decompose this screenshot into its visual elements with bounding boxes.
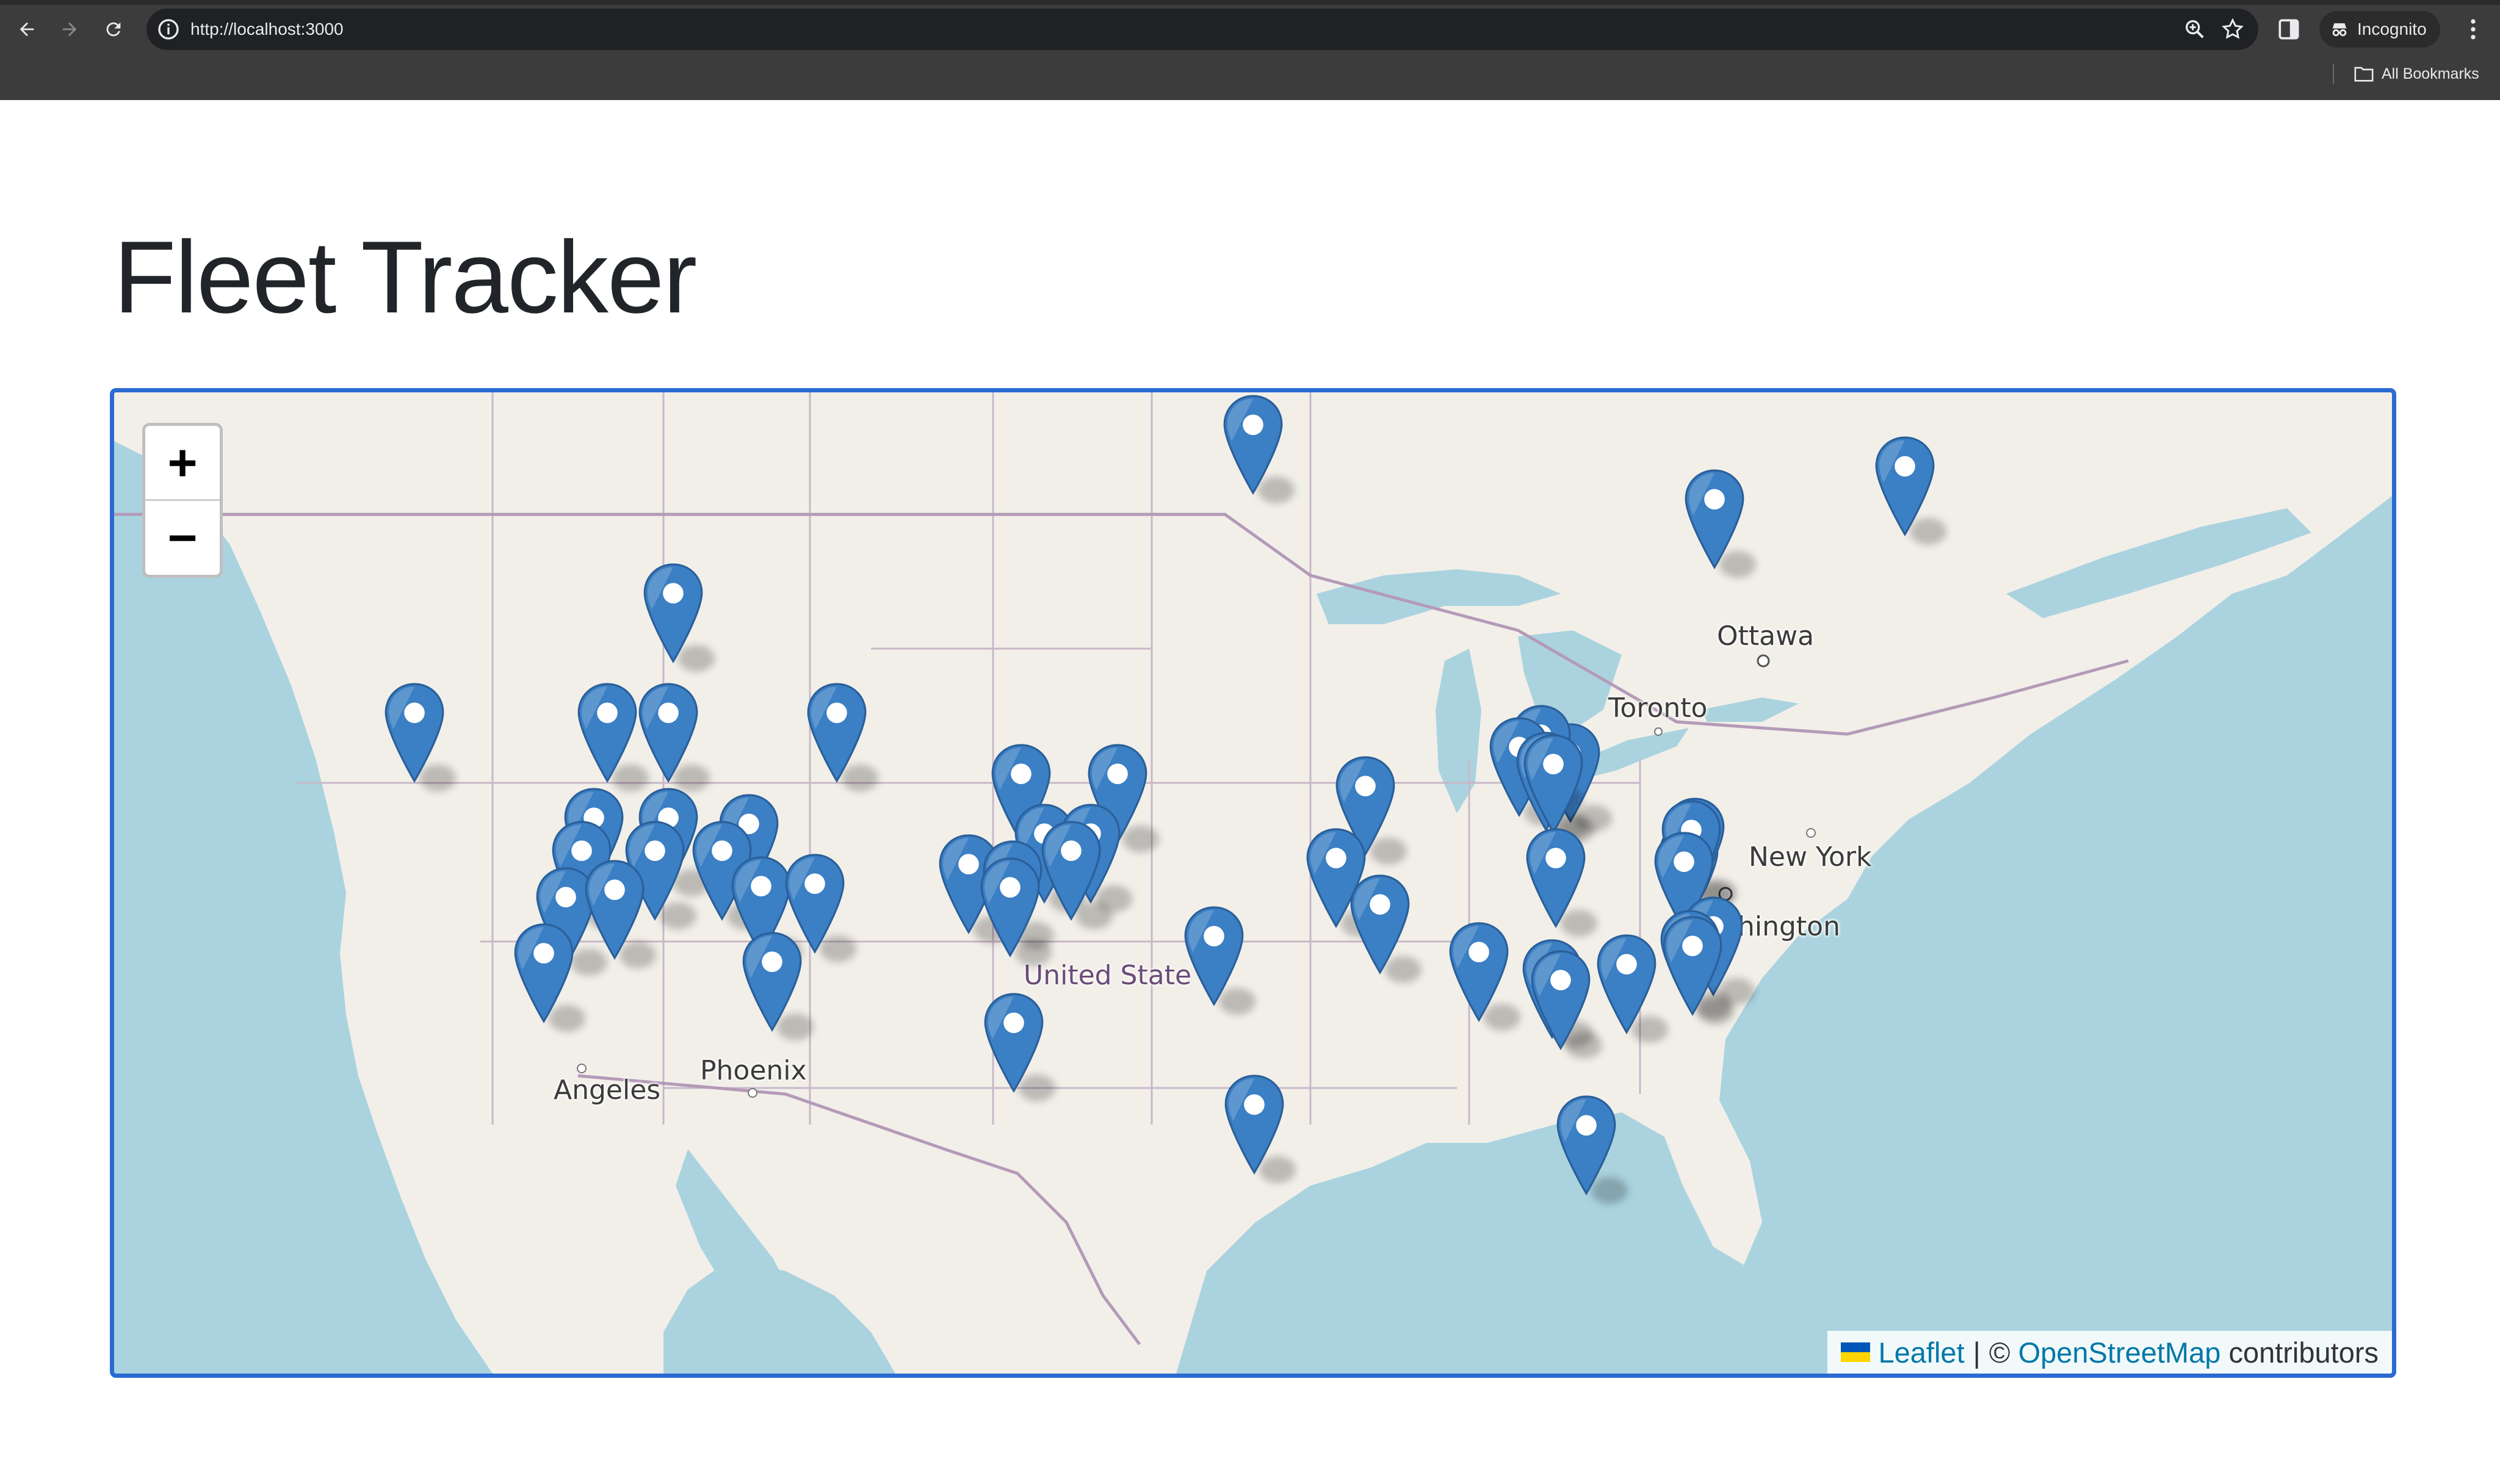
vehicle-marker-icon[interactable]	[1874, 436, 1935, 536]
forward-button[interactable]	[51, 11, 88, 48]
bookmarks-label: All Bookmarks	[2382, 65, 2479, 82]
vehicle-marker-icon[interactable]	[980, 857, 1041, 957]
menu-kebab-icon[interactable]	[2460, 16, 2487, 43]
vehicle-marker-icon[interactable]	[742, 932, 803, 1032]
all-bookmarks-button[interactable]: All Bookmarks	[2354, 61, 2479, 87]
reload-button[interactable]	[95, 11, 132, 48]
browser-chrome: http://localhost:3000 Incognito All Book…	[0, 0, 2500, 100]
country-label-united-states: United State	[1024, 960, 1192, 991]
city-label-toronto: Toronto	[1608, 693, 1708, 724]
vehicle-marker-icon[interactable]	[1525, 828, 1586, 928]
map-tiles[interactable]	[114, 392, 2392, 1374]
land-north-america	[114, 392, 2392, 1374]
vehicle-marker-icon[interactable]	[1523, 734, 1584, 834]
vehicle-marker-icon[interactable]	[1530, 950, 1591, 1050]
vehicle-marker-icon[interactable]	[577, 683, 638, 783]
vehicle-marker-icon[interactable]	[1596, 934, 1657, 1034]
openstreetmap-link[interactable]: OpenStreetMap	[2018, 1336, 2221, 1369]
attribution-suffix: contributors	[2228, 1336, 2379, 1369]
vehicle-marker-icon[interactable]	[1041, 821, 1102, 921]
city-label-los-angeles: Angeles	[554, 1075, 661, 1106]
city-label-new-york: New York	[1749, 841, 1872, 873]
incognito-badge[interactable]: Incognito	[2319, 11, 2440, 48]
fleet-map[interactable]: Ottawa Toronto New York hington Angeles …	[110, 388, 2396, 1378]
vehicle-marker-icon[interactable]	[1183, 906, 1245, 1006]
leaflet-link[interactable]: Leaflet	[1879, 1336, 1965, 1369]
los-angeles-dot	[577, 1064, 587, 1073]
vehicle-marker-icon[interactable]	[806, 683, 867, 783]
toronto-dot	[1654, 727, 1663, 736]
vehicle-marker-icon[interactable]	[983, 993, 1044, 1093]
ukraine-flag-icon	[1840, 1342, 1870, 1362]
vehicle-marker-icon[interactable]	[1349, 874, 1411, 974]
vehicle-marker-icon[interactable]	[1224, 1075, 1285, 1175]
url-text[interactable]: http://localhost:3000	[190, 17, 344, 41]
attribution-separator: |	[1973, 1336, 1981, 1369]
folder-icon	[2354, 67, 2374, 82]
forward-arrow-icon	[62, 22, 77, 37]
city-label-ottawa: Ottawa	[1717, 621, 1815, 652]
bookmark-star-icon[interactable]	[2220, 17, 2245, 41]
vehicle-marker-icon[interactable]	[643, 563, 704, 663]
site-info-icon[interactable]	[156, 17, 181, 41]
vehicle-marker-icon[interactable]	[584, 860, 645, 960]
page-title: Fleet Tracker	[114, 220, 697, 334]
back-button[interactable]	[9, 11, 45, 48]
zoom-icon[interactable]	[2183, 17, 2207, 41]
back-arrow-icon	[20, 22, 34, 37]
new-york-dot	[1806, 828, 1816, 838]
side-panel-icon[interactable]	[2275, 16, 2302, 43]
zoom-control: + −	[142, 423, 223, 578]
profile-label: Incognito	[2357, 20, 2427, 38]
reload-icon	[106, 22, 121, 37]
vehicle-marker-icon[interactable]	[1556, 1095, 1617, 1195]
city-label-washington: hington	[1738, 911, 1840, 942]
phoenix-dot	[748, 1088, 757, 1098]
ottawa-dot	[1757, 654, 1770, 668]
vehicle-marker-icon[interactable]	[1448, 922, 1509, 1022]
address-bar[interactable]: http://localhost:3000	[146, 9, 2258, 50]
bookmarks-divider	[2333, 63, 2334, 84]
map-attribution: Leaflet | © OpenStreetMap contributors	[1827, 1331, 2392, 1374]
vehicle-marker-icon[interactable]	[1684, 469, 1745, 569]
vehicle-marker-icon[interactable]	[638, 683, 699, 783]
vehicle-marker-icon[interactable]	[1662, 916, 1723, 1016]
incognito-icon	[2332, 23, 2347, 37]
vehicle-marker-icon[interactable]	[384, 683, 445, 783]
city-label-phoenix: Phoenix	[700, 1055, 807, 1086]
tab-strip	[0, 0, 2500, 5]
zoom-in-button[interactable]: +	[145, 426, 220, 499]
copyright-symbol: ©	[1989, 1336, 2010, 1369]
vehicle-marker-icon[interactable]	[513, 923, 574, 1023]
vehicle-marker-icon[interactable]	[1223, 395, 1284, 495]
zoom-out-button[interactable]: −	[145, 499, 220, 574]
